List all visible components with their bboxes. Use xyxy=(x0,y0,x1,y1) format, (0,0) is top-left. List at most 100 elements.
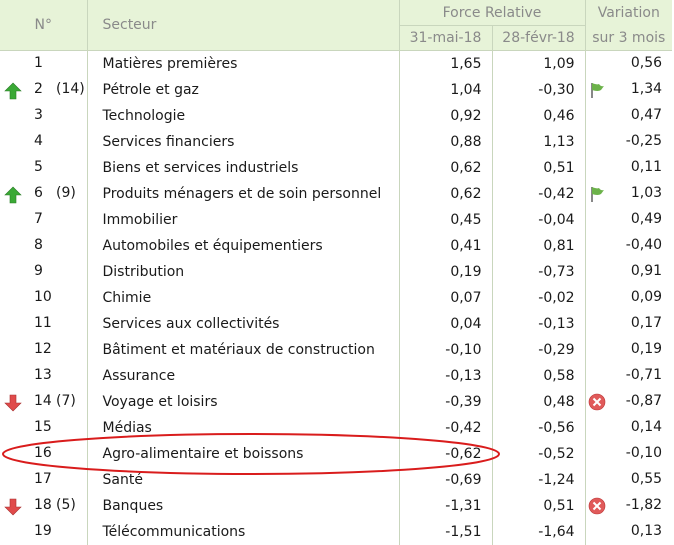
force-relative-feb: 0,46 xyxy=(491,103,586,129)
sector-name: Agro-alimentaire et boissons xyxy=(86,441,399,467)
table-row: 7 Immobilier 0,45 -0,04 0,49 xyxy=(0,207,673,233)
table-row: 19 Télécommunications -1,51 -1,64 0,13 xyxy=(0,519,673,545)
force-relative-may: -0,62 xyxy=(398,441,492,467)
force-relative-feb: -0,56 xyxy=(491,415,586,441)
arrow-up-icon xyxy=(4,186,22,204)
force-relative-feb: 1,13 xyxy=(491,129,586,155)
header-variation: Variation xyxy=(584,0,673,26)
variation-cell: -0,87 xyxy=(584,389,673,415)
variation-cell: 0,49 xyxy=(584,207,673,233)
arrow-down-icon xyxy=(4,498,22,516)
header-date-may: 31-mai-18 xyxy=(398,25,492,51)
force-relative-may: -0,10 xyxy=(398,337,492,363)
rank-number: 9 xyxy=(34,263,43,279)
cancel-icon xyxy=(588,497,606,515)
table-row: 12 Bâtiment et matériaux de construction -… xyxy=(0,337,673,363)
rank-cell: 3 xyxy=(0,103,87,129)
table-row: 5 Biens et services industriels 0,62 0,51 0,… xyxy=(0,155,673,181)
force-relative-may: -0,13 xyxy=(398,363,492,389)
variation-value: 1,03 xyxy=(630,185,663,201)
force-relative-may: 0,19 xyxy=(398,259,492,285)
table-row: 3 Technologie 0,92 0,46 0,47 xyxy=(0,103,673,129)
sector-name: Santé xyxy=(86,467,399,493)
table-row: 15 Médias -0,42 -0,56 0,14 xyxy=(0,415,673,441)
rank-number: 18 xyxy=(34,497,52,513)
force-relative-may: 1,04 xyxy=(398,77,492,103)
variation-cell: 0,11 xyxy=(584,155,673,181)
table-row: 16 Agro-alimentaire et boissons -0,62 -0,52… xyxy=(0,441,673,467)
table-row: 6 (9) Produits ménagers et de soin personn… xyxy=(0,181,673,207)
variation-cell: 0,19 xyxy=(584,337,673,363)
variation-cell: 1,34 xyxy=(584,77,673,103)
variation-cell: -0,71 xyxy=(584,363,673,389)
variation-cell: 0,55 xyxy=(584,467,673,493)
force-relative-may: 0,62 xyxy=(398,155,492,181)
sector-name: Bâtiment et matériaux de construction xyxy=(86,337,399,363)
variation-value: -1,82 xyxy=(625,497,663,513)
force-relative-feb: -0,52 xyxy=(491,441,586,467)
rank-cell: 17 xyxy=(0,467,87,493)
header-date-feb: 28-févr-18 xyxy=(491,25,586,51)
force-relative-may: 0,04 xyxy=(398,311,492,337)
rank-number: 16 xyxy=(34,445,52,461)
rank-cell: 6 (9) xyxy=(0,181,87,207)
variation-value: -0,71 xyxy=(625,367,663,383)
force-relative-feb: 0,51 xyxy=(491,493,586,519)
rank-cell: 15 xyxy=(0,415,87,441)
variation-value: -0,10 xyxy=(625,445,663,461)
variation-cell: 0,13 xyxy=(584,519,673,545)
rank-number: 4 xyxy=(34,133,43,149)
force-relative-feb: -1,24 xyxy=(491,467,586,493)
force-relative-feb: 0,81 xyxy=(491,233,586,259)
sector-name: Distribution xyxy=(86,259,399,285)
variation-value: 0,49 xyxy=(630,211,663,227)
force-relative-feb: -0,42 xyxy=(491,181,586,207)
rank-cell: 14 (7) xyxy=(0,389,87,415)
rank-number: 1 xyxy=(34,55,43,71)
force-relative-may: 0,62 xyxy=(398,181,492,207)
table-row: 4 Services financiers 0,88 1,13 -0,25 xyxy=(0,129,673,155)
sector-name: Voyage et loisirs xyxy=(86,389,399,415)
arrow-down-icon xyxy=(4,394,22,412)
table-row: 2 (14) Pétrole et gaz 1,04 -0,30 1,34 xyxy=(0,77,673,103)
variation-cell: 0,91 xyxy=(584,259,673,285)
variation-value: -0,25 xyxy=(625,133,663,149)
cancel-icon xyxy=(588,393,606,411)
sector-name: Matières premières xyxy=(86,50,399,77)
variation-value: 0,17 xyxy=(630,315,663,331)
sector-name: Chimie xyxy=(86,285,399,311)
force-relative-feb: 0,48 xyxy=(491,389,586,415)
force-relative-may: -0,69 xyxy=(398,467,492,493)
variation-cell: -0,25 xyxy=(584,129,673,155)
rank-cell: 8 xyxy=(0,233,87,259)
previous-rank: (14) xyxy=(56,81,85,97)
sector-name: Banques xyxy=(86,493,399,519)
variation-value: 0,56 xyxy=(630,55,663,71)
sector-name: Pétrole et gaz xyxy=(86,77,399,103)
variation-cell: 0,17 xyxy=(584,311,673,337)
rank-cell: 19 xyxy=(0,519,87,545)
rank-cell: 5 xyxy=(0,155,87,181)
force-relative-may: 0,88 xyxy=(398,129,492,155)
force-relative-feb: -0,30 xyxy=(491,77,586,103)
force-relative-feb: -0,73 xyxy=(491,259,586,285)
force-relative-feb: -0,04 xyxy=(491,207,586,233)
rank-number: 8 xyxy=(34,237,43,253)
variation-value: 0,91 xyxy=(630,263,663,279)
variation-value: 0,09 xyxy=(630,289,663,305)
rank-cell: 10 xyxy=(0,285,87,311)
variation-value: 0,11 xyxy=(630,159,663,175)
rank-number: 17 xyxy=(34,471,52,487)
header-rank: N° xyxy=(0,0,87,51)
previous-rank: (9) xyxy=(56,185,76,201)
variation-value: 0,55 xyxy=(630,471,663,487)
force-relative-feb: -0,29 xyxy=(491,337,586,363)
table-row: 14 (7) Voyage et loisirs -0,39 0,48 -0,87 xyxy=(0,389,673,415)
rank-cell: 11 xyxy=(0,311,87,337)
variation-value: 0,14 xyxy=(630,419,663,435)
rank-number: 14 xyxy=(34,393,52,409)
rank-number: 11 xyxy=(34,315,52,331)
rank-number: 12 xyxy=(34,341,52,357)
sector-name: Produits ménagers et de soin personnel xyxy=(86,181,399,207)
force-relative-may: -1,51 xyxy=(398,519,492,545)
